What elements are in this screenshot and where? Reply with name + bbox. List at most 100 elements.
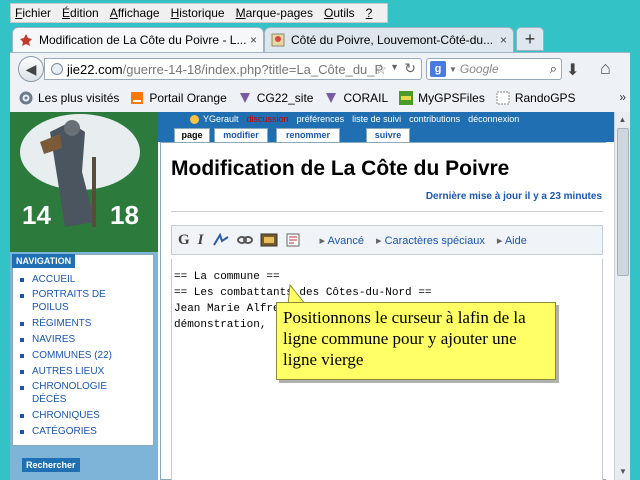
- close-icon[interactable]: ×: [500, 33, 507, 47]
- url-host: jie22.com: [67, 61, 123, 77]
- bookmark-les-plus-visites[interactable]: Les plus visités: [18, 90, 119, 106]
- watchlist-link[interactable]: liste de suivi: [352, 114, 401, 124]
- signature-icon[interactable]: [212, 233, 230, 247]
- scroll-up-icon[interactable]: ▲: [615, 112, 630, 128]
- gps-icon: [399, 91, 414, 105]
- search-heading: Rechercher: [22, 458, 80, 472]
- download-icon[interactable]: ⬇: [566, 60, 579, 80]
- star-icon[interactable]: ☆: [374, 61, 387, 78]
- discussion-link[interactable]: discussion: [247, 114, 289, 124]
- google-icon[interactable]: g: [430, 61, 446, 77]
- logo-text-14: 14: [22, 200, 51, 230]
- home-icon[interactable]: ⌂: [600, 58, 611, 79]
- search-placeholder: Google: [459, 62, 499, 76]
- chevron-right-double-icon[interactable]: »: [619, 90, 626, 104]
- special-chars-link[interactable]: Caractères spéciaux: [376, 234, 485, 247]
- globe-icon: [51, 63, 63, 75]
- url-bar[interactable]: jie22.com/guerre-14-18/index.php?title=L…: [44, 58, 422, 80]
- wiki-icon: [20, 34, 32, 46]
- bookmark-portail-orange[interactable]: Portail Orange: [129, 90, 227, 106]
- menu-marque-pages[interactable]: Marque-pages: [236, 6, 313, 20]
- bookmark-label: CG22_site: [256, 91, 314, 105]
- nav-item-portraits[interactable]: PORTRAITS DE POILUS: [20, 288, 130, 314]
- bookmark-cg22-site[interactable]: CG22_site: [237, 90, 314, 106]
- gear-icon: [19, 91, 33, 105]
- link-icon[interactable]: [236, 233, 254, 247]
- logout-link[interactable]: déconnexion: [468, 114, 519, 124]
- nav-item-chronologie[interactable]: CHRONOLOGIE DÉCÈS: [20, 380, 120, 406]
- menu-outils[interactable]: Outils: [324, 6, 355, 20]
- editor-line: == La commune ==: [174, 271, 280, 283]
- nav-item-navires[interactable]: NAVIRES: [20, 332, 130, 348]
- nav-item-chroniques[interactable]: CHRONIQUES: [20, 408, 130, 424]
- site-logo[interactable]: 14 18: [10, 112, 158, 252]
- bookmark-label: Portail Orange: [149, 91, 227, 105]
- bookmarks-bar: Les plus visités Portail Orange CG22_sit…: [10, 84, 630, 112]
- orange-icon: [131, 92, 144, 104]
- chevron-down-icon[interactable]: ▼: [449, 65, 457, 74]
- tab-page[interactable]: page: [174, 128, 210, 142]
- bookmark-randogps[interactable]: RandoGPS: [495, 90, 576, 106]
- navigation-bar: ◀ jie22.com/guerre-14-18/index.php?title…: [10, 52, 630, 84]
- bookmark-corail[interactable]: CORAIL: [323, 90, 388, 106]
- divider: [171, 211, 603, 212]
- new-tab-button[interactable]: +: [516, 27, 544, 51]
- image-icon[interactable]: [260, 233, 278, 247]
- page-title: Modification de La Côte du Poivre: [171, 157, 510, 180]
- italic-button[interactable]: I: [198, 232, 204, 249]
- bookmark-mygpsfiles[interactable]: MyGPSFiles: [398, 90, 485, 106]
- close-icon[interactable]: ×: [250, 33, 257, 47]
- search-icon[interactable]: ⌕: [550, 61, 557, 77]
- contributions-link[interactable]: contributions: [409, 114, 460, 124]
- tab-title: Modification de La Côte du Poivre - L...: [39, 33, 246, 47]
- edit-toolbar: G I Avancé Caractères spéciaux Aide: [171, 225, 603, 255]
- nav-item-communes[interactable]: COMMUNES (22): [20, 348, 130, 364]
- menu-fichier[interactable]: Fichier: [15, 6, 51, 20]
- tab-strip: Modification de La Côte du Poivre - L...…: [0, 26, 640, 52]
- vertical-scrollbar[interactable]: ▲ ▼: [614, 112, 630, 480]
- bookmark-label: CORAIL: [343, 91, 389, 105]
- scroll-down-icon[interactable]: ▼: [615, 464, 631, 480]
- nav-item-regiments[interactable]: RÉGIMENTS: [20, 316, 130, 332]
- help-link[interactable]: Aide: [497, 234, 527, 247]
- url-path: /guerre-14-18/index.php?title=La_Côte_du…: [122, 61, 384, 77]
- bold-button[interactable]: G: [178, 232, 190, 249]
- page-content: 14 18 NAVIGATION ACCUEIL PORTRAITS DE PO…: [10, 112, 614, 480]
- scroll-thumb[interactable]: [617, 128, 629, 276]
- menu-edition[interactable]: Édition: [62, 6, 99, 20]
- tutorial-callout: Positionnons le curseur à lafin de la li…: [276, 302, 556, 380]
- bookmark-label: MyGPSFiles: [418, 91, 485, 105]
- tab-modifier[interactable]: modifier: [214, 128, 268, 142]
- nav-item-accueil[interactable]: ACCUEIL: [20, 272, 130, 288]
- blank-page-icon: [496, 91, 510, 105]
- last-update[interactable]: Dernière mise à jour il y a 23 minutes: [426, 191, 602, 202]
- preferences-link[interactable]: préférences: [297, 114, 345, 124]
- menu-affichage[interactable]: Affichage: [110, 6, 160, 20]
- tab-suivre[interactable]: suivre: [366, 128, 410, 142]
- menu-historique[interactable]: Historique: [171, 6, 225, 20]
- tab-title: Côté du Poivre, Louvemont-Côté-du...: [291, 33, 494, 47]
- reference-icon[interactable]: [284, 233, 302, 247]
- back-button[interactable]: ◀: [18, 56, 44, 82]
- bookmark-label: Les plus visités: [38, 91, 120, 105]
- bookmark-label: RandoGPS: [514, 91, 576, 105]
- nav-item-autres-lieux[interactable]: AUTRES LIEUX: [20, 364, 130, 380]
- reload-icon[interactable]: ↻: [404, 60, 416, 77]
- tab-cote-du-poivre[interactable]: Côté du Poivre, Louvemont-Côté-du... ×: [264, 27, 514, 52]
- user-icon: [190, 114, 199, 124]
- cg22-icon: [326, 93, 337, 103]
- navigation-list: ACCUEIL PORTRAITS DE POILUS RÉGIMENTS NA…: [20, 272, 130, 440]
- chevron-down-icon[interactable]: ▼: [390, 62, 399, 72]
- menu-bar-items: Fichier Édition Affichage Historique Mar…: [10, 3, 388, 23]
- menu-aide[interactable]: ?: [366, 6, 373, 20]
- user-link[interactable]: YGerault: [203, 114, 239, 124]
- advanced-link[interactable]: Avancé: [320, 234, 365, 247]
- navigation-heading: NAVIGATION: [12, 254, 76, 268]
- soldier-illustration: [10, 112, 158, 252]
- tab-renommer[interactable]: renommer: [276, 128, 340, 142]
- tab-modification[interactable]: Modification de La Côte du Poivre - L...…: [12, 27, 264, 52]
- nav-item-categories[interactable]: CATÉGORIES: [20, 424, 130, 440]
- user-bar: YGerault discussion préférences liste de…: [158, 112, 614, 126]
- logo-text-18: 18: [110, 200, 139, 230]
- search-bar[interactable]: g ▼ Google ⌕: [426, 58, 562, 80]
